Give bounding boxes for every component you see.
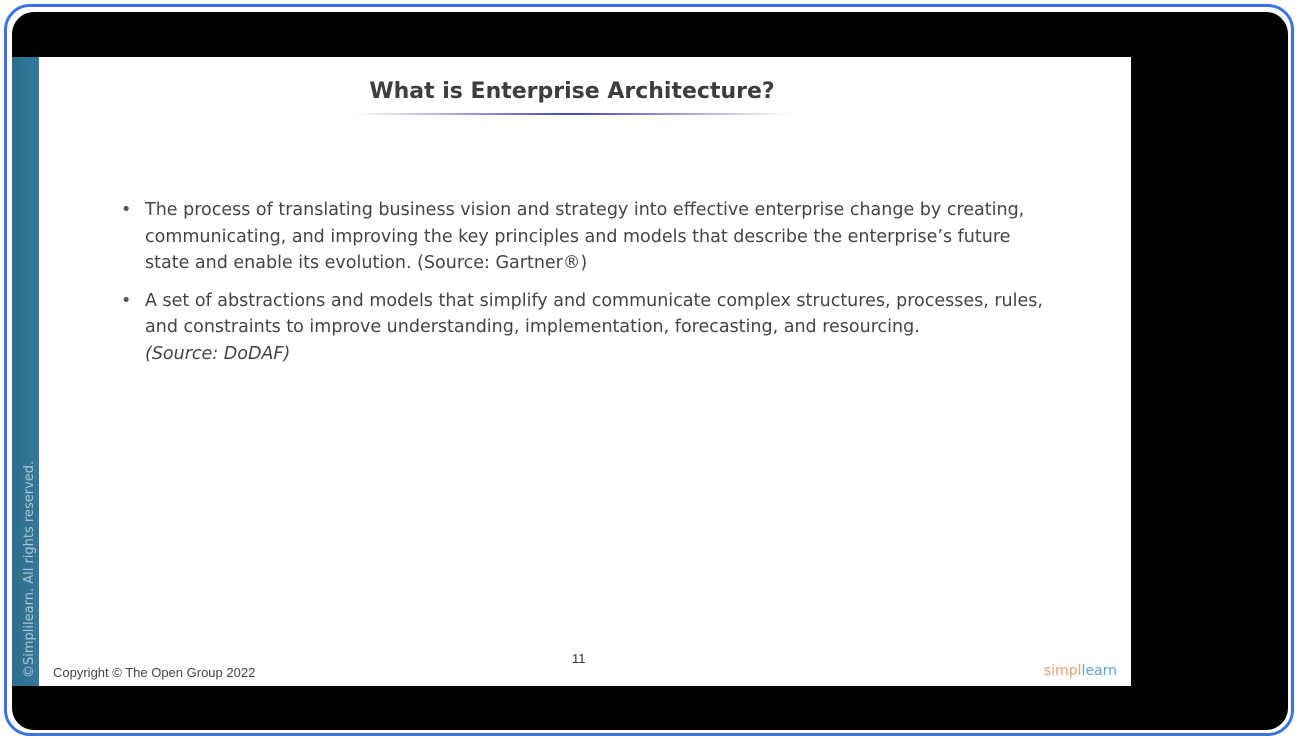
bullet-text: The process of translating business visi… bbox=[145, 200, 1025, 273]
bullet-source: (Source: DoDAF) bbox=[145, 343, 291, 364]
video-screen: ©Simplilearn. All rights reserved. What … bbox=[12, 12, 1288, 730]
logo-part1: simpl bbox=[1043, 663, 1082, 679]
side-copyright: ©Simplilearn. All rights reserved. bbox=[22, 460, 37, 678]
slide-title: What is Enterprise Architecture? bbox=[369, 79, 775, 104]
logo-part2: learn bbox=[1081, 663, 1117, 679]
side-stripe: ©Simplilearn. All rights reserved. bbox=[12, 57, 39, 686]
page-number: 11 bbox=[572, 651, 586, 666]
simplilearn-logo: simpllearn bbox=[1044, 663, 1117, 679]
copyright-text: Copyright © The Open Group 2022 bbox=[53, 665, 256, 680]
bullet-item: A set of abstractions and models that si… bbox=[121, 288, 1045, 368]
bullet-list: The process of translating business visi… bbox=[120, 197, 1045, 378]
presentation-slide: ©Simplilearn. All rights reserved. What … bbox=[12, 57, 1131, 686]
title-underline bbox=[352, 113, 792, 115]
bullet-item: The process of translating business visi… bbox=[121, 197, 1045, 277]
bullet-text: A set of abstractions and models that si… bbox=[145, 290, 1043, 338]
